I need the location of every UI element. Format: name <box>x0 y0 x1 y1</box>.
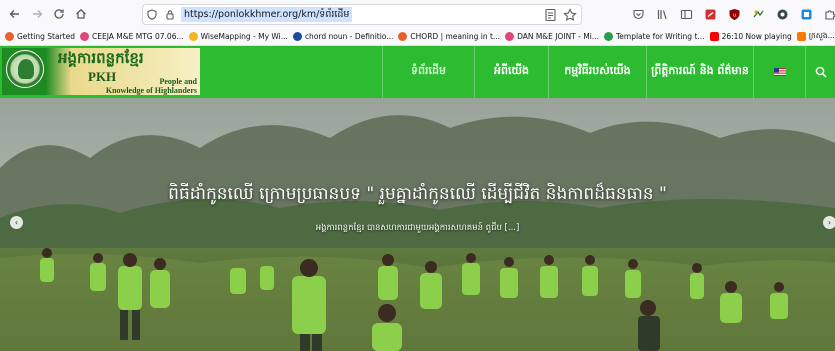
bookmark-item[interactable]: CHORD | meaning in t... <box>398 32 500 41</box>
bookmark-label: DAN M&E JOINT - Mi... <box>517 32 599 41</box>
back-arrow-icon[interactable] <box>4 3 26 25</box>
pocket-icon[interactable] <box>628 4 648 24</box>
bookmark-label: 26:10 Now playing <box>721 32 792 41</box>
menu-item-home[interactable]: ទំព័រដើម <box>382 46 474 98</box>
bookmark-label: WiseMapping - My Wi... <box>200 32 288 41</box>
youtube-icon <box>709 32 719 41</box>
lock-icon[interactable] <box>161 5 179 24</box>
menu-item-events-news[interactable]: ព្រឹត្តិការណ៍ និង ព័ត៌មាន <box>646 46 753 98</box>
favicon-icon <box>398 32 408 41</box>
sidebar-icon[interactable] <box>676 4 696 24</box>
bookmark-label: Getting Started <box>17 32 75 41</box>
favicon-icon <box>505 32 515 41</box>
bookmark-label: CHORD | meaning in t... <box>410 32 501 41</box>
logo-org-name: អង្គការពន្លកខ្មែរ <box>58 49 144 67</box>
bookmark-item[interactable]: chord noun - Definitio... <box>292 32 394 41</box>
bookmark-label: ក្រសួង... <box>808 31 835 40</box>
chevron-left-icon: ‹ <box>14 218 19 227</box>
favicon-icon <box>5 32 14 41</box>
library-icon[interactable] <box>652 4 672 24</box>
extension-icon[interactable] <box>700 4 720 24</box>
bookmark-item[interactable]: 26:10 Now playing <box>709 32 792 41</box>
bookmark-item[interactable]: WiseMapping - My Wi... <box>188 32 288 41</box>
bookmark-label: chord noun - Definitio... <box>304 32 394 41</box>
slide-title[interactable]: ពិធីដាំកូនឈើ ក្រោមប្រធានបទ " រួមគ្នាដាំក… <box>0 183 835 208</box>
ublock-icon[interactable]: u <box>724 4 744 24</box>
bookmark-item[interactable]: Getting Started <box>5 32 75 41</box>
bookmark-star-icon[interactable] <box>563 7 577 26</box>
bookmark-item[interactable]: Template for Writing t... <box>603 32 705 41</box>
slide-subtitle[interactable]: អង្គការពន្លកខ្មែរ បានសហការជាមួយអង្គការសហ… <box>0 223 835 235</box>
slider-prev-button[interactable]: ‹ <box>10 216 23 229</box>
search-button[interactable] <box>805 46 835 98</box>
logo-abbr: PKH <box>88 69 117 84</box>
hero-slider: ពិធីដាំកូនឈើ ក្រោមប្រធានបទ " រួមគ្នាដាំក… <box>0 98 835 351</box>
site-header: អង្គការពន្លកខ្មែរ PKH People and Knowled… <box>0 46 835 98</box>
language-switcher[interactable] <box>753 46 805 98</box>
bookmark-label: Template for Writing t... <box>615 32 705 41</box>
logo-tagline-1: People and <box>159 77 197 86</box>
favicon-icon <box>188 32 198 41</box>
menu-item-programs[interactable]: កម្មវិធីរបស់យើង <box>548 46 646 98</box>
slider-next-button[interactable]: › <box>823 216 835 229</box>
bookmark-label: CEEJA M&E MTG 07.06... <box>92 32 184 41</box>
extension-icon[interactable] <box>796 4 816 24</box>
extension-icon[interactable] <box>772 4 792 24</box>
extensions-puzzle-icon[interactable] <box>820 4 835 24</box>
favicon-icon <box>80 32 89 41</box>
chevron-right-icon: › <box>827 218 832 227</box>
site-logo[interactable]: អង្គការពន្លកខ្មែរ PKH People and Knowled… <box>2 48 200 95</box>
home-icon[interactable] <box>70 3 92 25</box>
address-bar[interactable]: https://ponlokkhmer.org/km/ទំព័រដើម <box>142 4 582 25</box>
favicon-icon <box>603 32 613 41</box>
reader-view-icon[interactable] <box>544 7 557 26</box>
logo-seal-icon <box>6 50 44 88</box>
favicon-icon <box>796 32 806 41</box>
url-text[interactable]: https://ponlokkhmer.org/km/ទំព័រដើម <box>181 7 353 22</box>
menu-item-about[interactable]: អំពីយើង <box>474 46 548 98</box>
bookmarks-bar: Getting Started CEEJA M&E MTG 07.06... W… <box>0 28 835 46</box>
logo-tagline-2: Knowledge of Highlanders <box>105 86 197 95</box>
bookmark-item[interactable]: DAN M&E JOINT - Mi... <box>505 32 599 41</box>
forward-arrow-icon[interactable] <box>26 3 48 25</box>
search-icon <box>815 66 827 78</box>
us-flag-icon <box>773 68 786 76</box>
main-menu: ទំព័រដើម អំពីយើង កម្មវិធីរបស់យើង ព្រឹត្ត… <box>382 46 835 98</box>
bookmark-item[interactable]: ក្រសួង... <box>796 31 835 42</box>
favicon-icon <box>292 32 302 41</box>
reload-icon[interactable] <box>48 3 70 25</box>
extension-icon[interactable] <box>748 4 768 24</box>
browser-toolbar: https://ponlokkhmer.org/km/ទំព័រដើម u <box>0 0 835 28</box>
bookmark-item[interactable]: CEEJA M&E MTG 07.06... <box>80 32 184 41</box>
shield-icon[interactable] <box>143 5 161 24</box>
svg-text:u: u <box>732 12 735 18</box>
